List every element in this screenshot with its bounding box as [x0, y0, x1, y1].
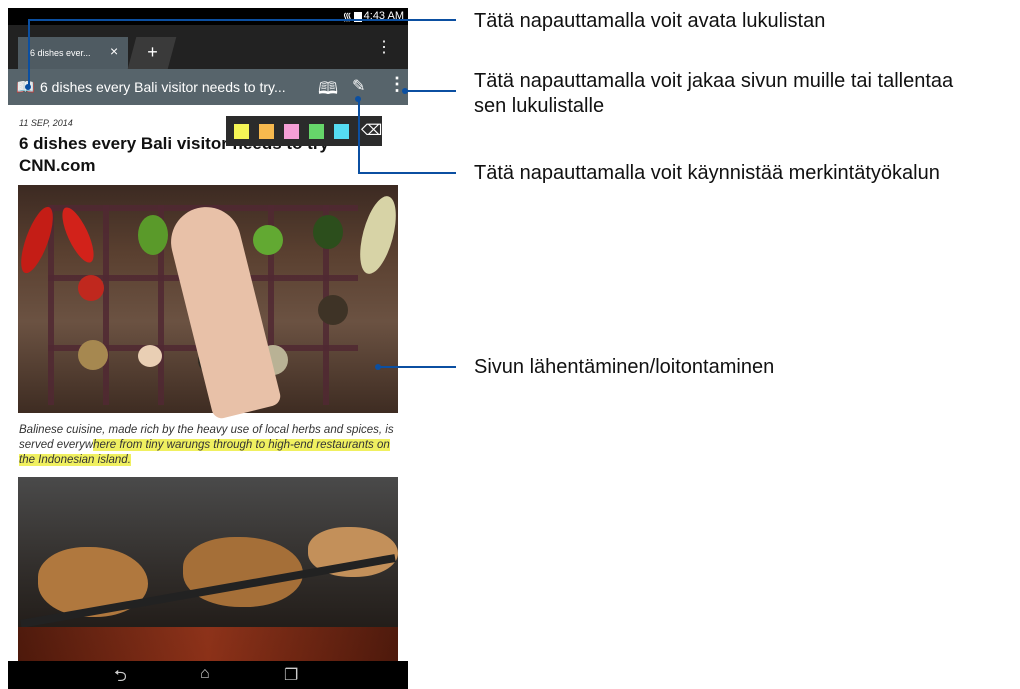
highlight-color-orange[interactable]: [259, 124, 274, 139]
highlight-color-pink[interactable]: [284, 124, 299, 139]
back-icon[interactable]: ⮌: [114, 665, 127, 689]
navigation-bar: ⮌ ⌂ ❐: [8, 661, 408, 689]
url-bar: 📖 6 dishes every Bali visitor needs to t…: [8, 69, 408, 105]
new-tab-button[interactable]: +: [127, 37, 177, 69]
food-photo: [14, 185, 403, 421]
highlight-color-yellow[interactable]: [234, 124, 249, 139]
tab-title: 6 dishes ever...: [30, 48, 91, 58]
callout-dot-reading-list: [25, 84, 31, 90]
url-title[interactable]: 6 dishes every Bali visitor needs to try…: [40, 79, 286, 95]
wifi-icon: ᯾: [342, 11, 352, 23]
callout-line-share: [405, 90, 456, 92]
callout-line-reading-list-h: [28, 19, 456, 21]
callout-line-highlighter-v: [358, 98, 360, 173]
callout-dot-zoom: [375, 364, 381, 370]
status-bar: ᯾ 4:43 AM: [8, 8, 408, 25]
callout-dot-highlighter: [355, 96, 361, 102]
plus-icon: +: [147, 42, 158, 62]
callout-dot-share: [402, 88, 408, 94]
callout-line-zoom: [378, 366, 456, 368]
book-icon[interactable]: 🕮: [318, 76, 338, 105]
image-caption: Balinese cuisine, made rich by the heavy…: [19, 423, 399, 468]
home-icon[interactable]: ⌂: [200, 665, 210, 683]
eraser-icon[interactable]: ⌫: [361, 121, 382, 139]
web-page[interactable]: 11 SEP, 2014 6 dishes every Bali visitor…: [8, 105, 408, 661]
close-icon[interactable]: ×: [110, 43, 118, 59]
browser-tab-bar: 6 dishes ever... × + ⋮: [8, 25, 408, 69]
callout-line-highlighter-h: [358, 172, 456, 174]
highlight-color-green[interactable]: [309, 124, 324, 139]
tab-menu-icon[interactable]: ⋮: [376, 37, 392, 57]
callout-line-reading-list: [28, 19, 30, 87]
callout-share-line2: sen lukulistalle: [474, 95, 605, 117]
roast-pig-photo: [18, 477, 398, 661]
highlight-color-cyan[interactable]: [334, 124, 349, 139]
pen-icon[interactable]: ✎: [352, 76, 365, 96]
browser-tab[interactable]: 6 dishes ever... ×: [18, 37, 128, 69]
recents-icon[interactable]: ❐: [284, 665, 298, 685]
tablet-screen: ᯾ 4:43 AM 6 dishes ever... × + ⋮ 📖 6 dis…: [8, 8, 408, 689]
callout-zoom: Sivun lähentäminen/loitontaminen: [474, 356, 775, 378]
callout-reading-list: Tätä napauttamalla voit avata lukulistan: [474, 10, 826, 32]
callout-highlighter: Tätä napauttamalla voit käynnistää merki…: [474, 162, 940, 184]
article-date: 11 SEP, 2014: [19, 118, 73, 128]
callout-share: Tätä napauttamalla voit jakaa sivun muil…: [474, 70, 954, 92]
